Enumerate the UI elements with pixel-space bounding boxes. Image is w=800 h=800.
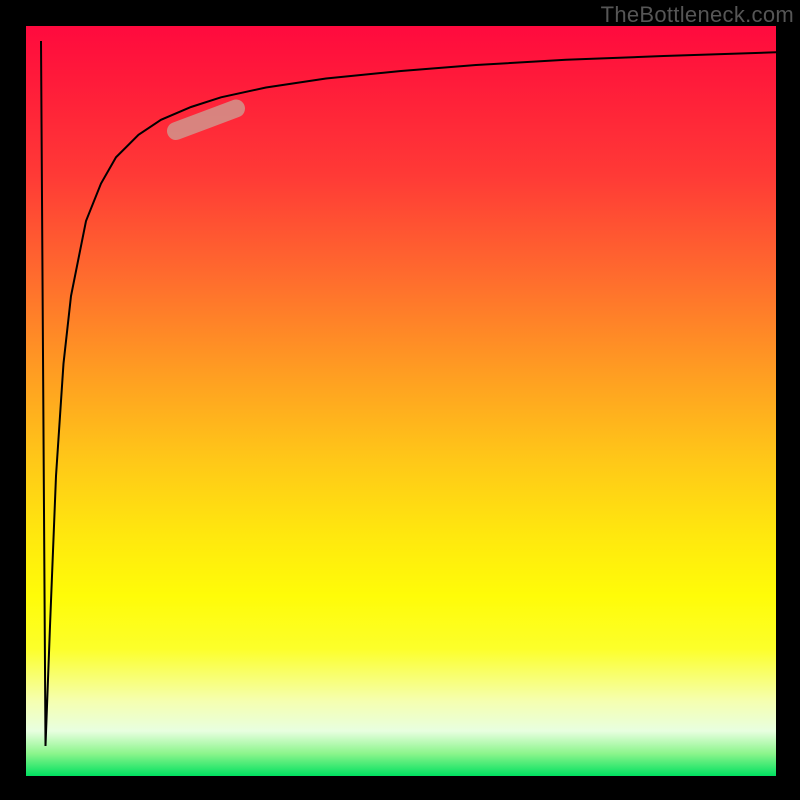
chart-frame: TheBottleneck.com	[0, 0, 800, 800]
plot-area	[26, 26, 776, 776]
watermark-text: TheBottleneck.com	[601, 2, 794, 28]
